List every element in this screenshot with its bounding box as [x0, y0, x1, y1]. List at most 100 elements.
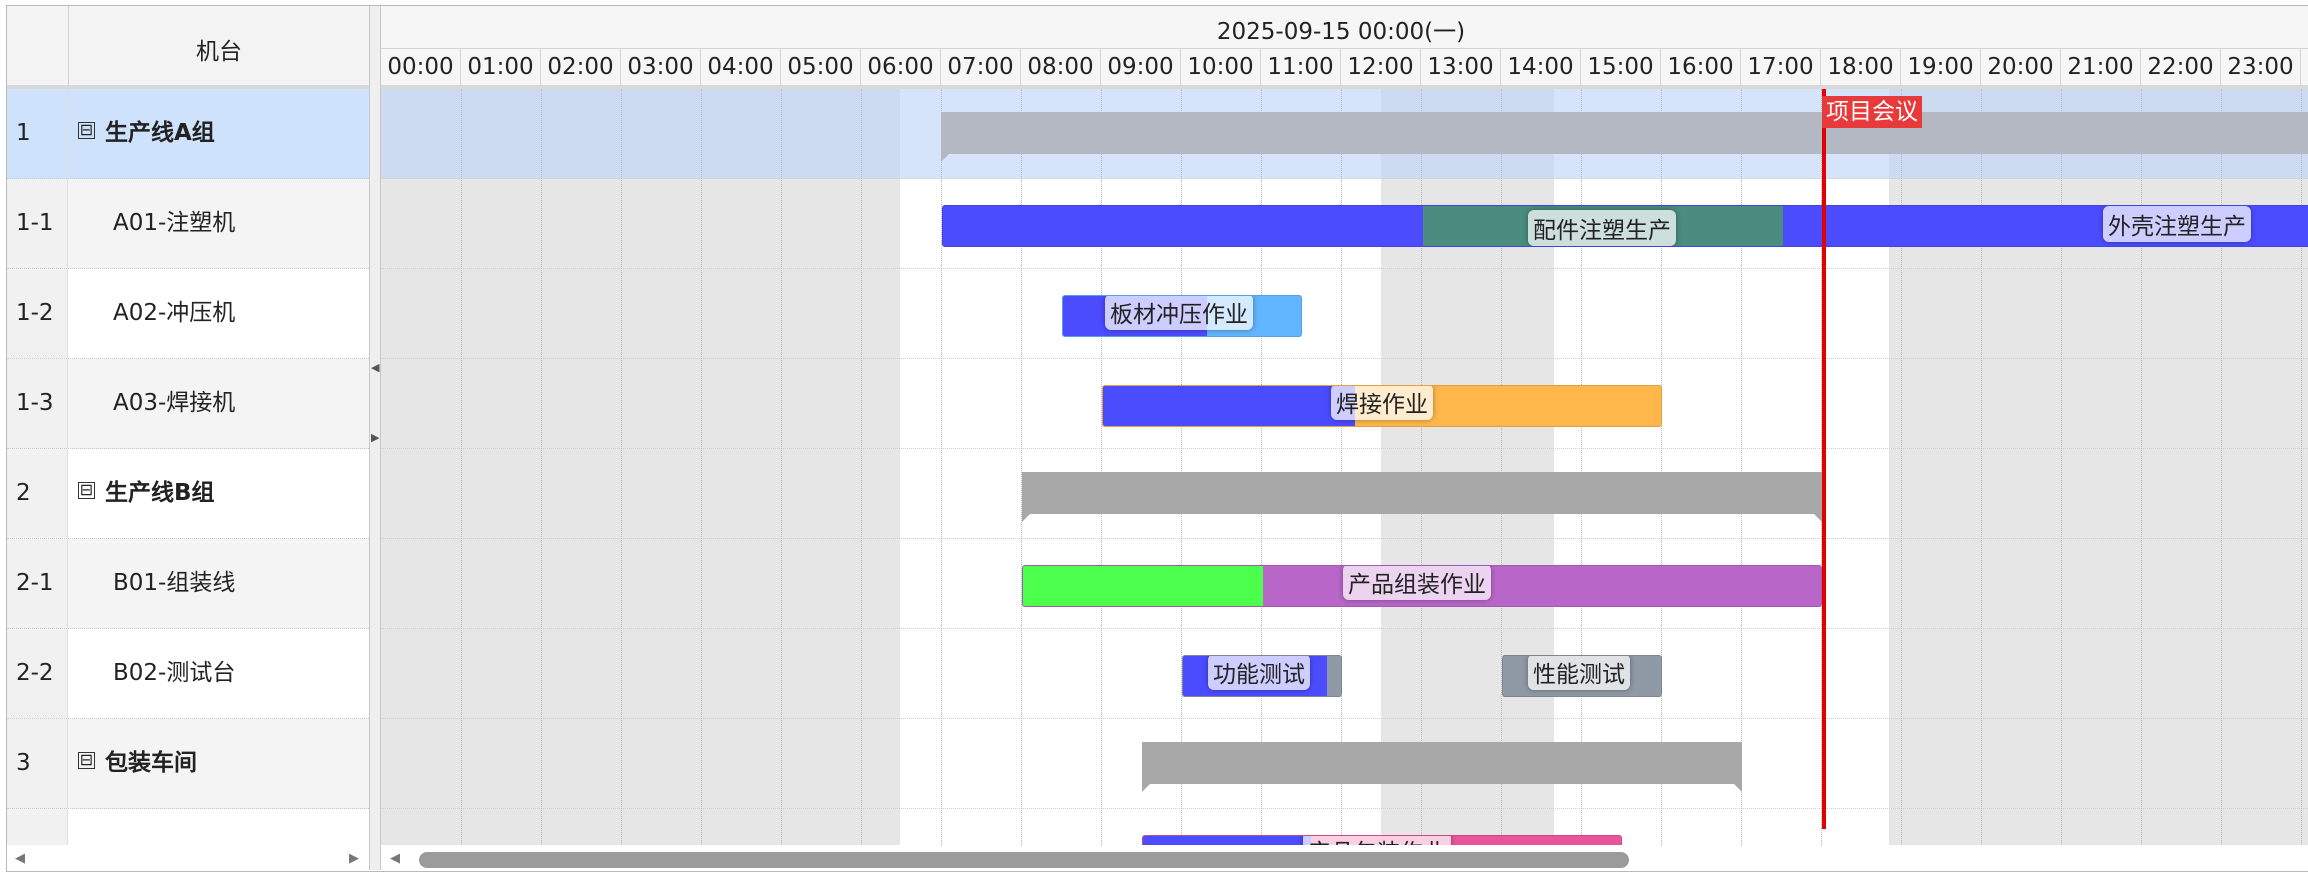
hour-label: 04:00: [701, 49, 781, 86]
resource-grid: 机台 1 ⊟ 生产线A组 1-1 A01-注塑机 1-2 A02-冲压机 1-3…: [7, 6, 369, 845]
row-number: 3: [7, 719, 68, 808]
hour-gridline: [1181, 89, 1182, 845]
task-bar-performance-test[interactable]: 性能测试: [1502, 655, 1662, 697]
hour-label: 23:00: [2221, 49, 2301, 86]
hour-label: 10:00: [1181, 49, 1261, 86]
task-bar-welding[interactable]: 焊接作业: [1102, 385, 1662, 427]
resource-row[interactable]: 2-1 B01-组装线: [7, 539, 369, 629]
hour-label: 12:00: [1341, 49, 1421, 86]
timeline-horizontal-scrollbar[interactable]: ◀: [381, 846, 2308, 870]
resource-name: B01-组装线: [113, 570, 236, 596]
collapse-toggle-icon[interactable]: ⊟: [78, 752, 95, 769]
hour-label: 18:00: [1821, 49, 1901, 86]
meeting-marker-label[interactable]: 项目会议: [1822, 96, 1922, 128]
task-label: 性能测试: [1528, 656, 1630, 690]
hour-label: 21:00: [2061, 49, 2141, 86]
collapse-left-icon[interactable]: ◀: [371, 361, 379, 374]
row-number: 1-2: [7, 269, 68, 358]
hour-gridline: [1261, 89, 1262, 845]
timeline-header: 2025-09-15 00:00(一) 00:00 01:00 02:00 03:00…: [381, 6, 2308, 89]
date-header: 2025-09-15 00:00(一): [1216, 19, 1466, 45]
timeline-row[interactable]: [381, 269, 2308, 359]
hour-gridline: [1981, 89, 1982, 845]
row-number: 1: [7, 89, 68, 178]
task-progress: [1103, 386, 1355, 426]
hour-gridline: [941, 89, 942, 845]
task-bar-function-test[interactable]: 功能测试: [1182, 655, 1342, 697]
resource-grid-header: 机台: [7, 6, 369, 89]
task-label: 产品组装作业: [1343, 566, 1491, 600]
hour-label: 07:00: [941, 49, 1021, 86]
group-summary-bar[interactable]: [1022, 472, 1822, 522]
resource-name: 包装车间: [105, 750, 197, 776]
meeting-marker-line[interactable]: [1822, 89, 1826, 829]
task-label: 配件注塑生产: [1528, 210, 1676, 246]
task-bar-stamping[interactable]: 板材冲压作业: [1062, 295, 1302, 337]
hour-scale: 00:00 01:00 02:00 03:00 04:00 05:00 06:00 07:00…: [381, 48, 2308, 86]
hour-label: 11:00: [1261, 49, 1341, 86]
resource-name: A02-冲压机: [113, 300, 236, 326]
row-number: 1-3: [7, 359, 68, 448]
hour-label: 19:00: [1901, 49, 1981, 86]
hour-label: 02:00: [541, 49, 621, 86]
hour-gridline: [1341, 89, 1342, 845]
resource-row[interactable]: 1-2 A02-冲压机: [7, 269, 369, 359]
hour-label: 09:00: [1101, 49, 1181, 86]
hour-gridline: [461, 89, 462, 845]
task-bar-packaging[interactable]: 产品包装作业: [1142, 835, 1622, 845]
hour-label: 13:00: [1421, 49, 1501, 86]
task-label: 板材冲压作业: [1105, 296, 1253, 330]
resource-row[interactable]: 1 ⊟ 生产线A组: [7, 89, 369, 179]
resource-row[interactable]: 1-3 A03-焊接机: [7, 359, 369, 449]
scrollbar-thumb[interactable]: [419, 852, 1629, 868]
task-label: 外壳注塑生产: [2103, 206, 2251, 242]
task-label: 功能测试: [1208, 656, 1310, 690]
scroll-left-icon[interactable]: ◀: [15, 851, 25, 866]
row-number: 1-1: [7, 179, 68, 268]
hour-label: 16:00: [1661, 49, 1741, 86]
task-bar-assembly[interactable]: 产品组装作业: [1022, 565, 1822, 607]
task-label: 焊接作业: [1331, 386, 1433, 420]
group-summary-bar[interactable]: [941, 112, 2308, 162]
hour-gridline: [2141, 89, 2142, 845]
resource-row[interactable]: 2-2 B02-测试台: [7, 629, 369, 719]
expand-right-icon[interactable]: ▶: [371, 431, 379, 444]
hour-label: 01:00: [461, 49, 541, 86]
resource-name: A03-焊接机: [113, 390, 236, 416]
hour-gridline: [1901, 89, 1902, 845]
timeline-panel: 2025-09-15 00:00(一) 00:00 01:00 02:00 03:00…: [381, 6, 2308, 845]
hour-gridline: [1421, 89, 1422, 845]
resource-name: 生产线B组: [105, 480, 215, 506]
task-label: 产品包装作业: [1303, 836, 1451, 845]
group-summary-bar[interactable]: [1142, 742, 1742, 792]
machine-column-header[interactable]: 机台: [69, 32, 369, 66]
hour-label: 20:00: [1981, 49, 2061, 86]
hour-gridline: [1581, 89, 1582, 845]
hour-label: 08:00: [1021, 49, 1101, 86]
collapse-toggle-icon[interactable]: ⊟: [78, 482, 95, 499]
gantt-app: 机台 1 ⊟ 生产线A组 1-1 A01-注塑机 1-2 A02-冲压机 1-3…: [0, 0, 2308, 882]
panel-splitter[interactable]: ◀ ▶: [369, 6, 381, 870]
left-horizontal-scrollbar[interactable]: ◀ ▶: [7, 846, 369, 870]
hour-label: 17:00: [1741, 49, 1821, 86]
collapse-toggle-icon[interactable]: ⊟: [78, 122, 95, 139]
resource-row[interactable]: 3 ⊟ 包装车间: [7, 719, 369, 809]
hour-label: 03:00: [621, 49, 701, 86]
hour-gridline: [2221, 89, 2222, 845]
timeline-row[interactable]: [381, 629, 2308, 719]
row-number: 2-2: [7, 629, 68, 718]
hour-label: 05:00: [781, 49, 861, 86]
hour-gridline: [861, 89, 862, 845]
resource-row[interactable]: 2 ⊟ 生产线B组: [7, 449, 369, 539]
task-progress: [1143, 836, 1311, 845]
hour-gridline: [621, 89, 622, 845]
hour-gridline: [1741, 89, 1742, 845]
hour-gridline: [1501, 89, 1502, 845]
resource-row[interactable]: [7, 809, 369, 845]
hour-gridline: [1021, 89, 1022, 845]
row-number: 2: [7, 449, 68, 538]
scroll-right-icon[interactable]: ▶: [349, 851, 359, 866]
scroll-left-icon[interactable]: ◀: [390, 851, 400, 866]
resource-row[interactable]: 1-1 A01-注塑机: [7, 179, 369, 269]
task-bar-injection[interactable]: 配件注塑生产 外壳注塑生产: [942, 205, 2308, 247]
